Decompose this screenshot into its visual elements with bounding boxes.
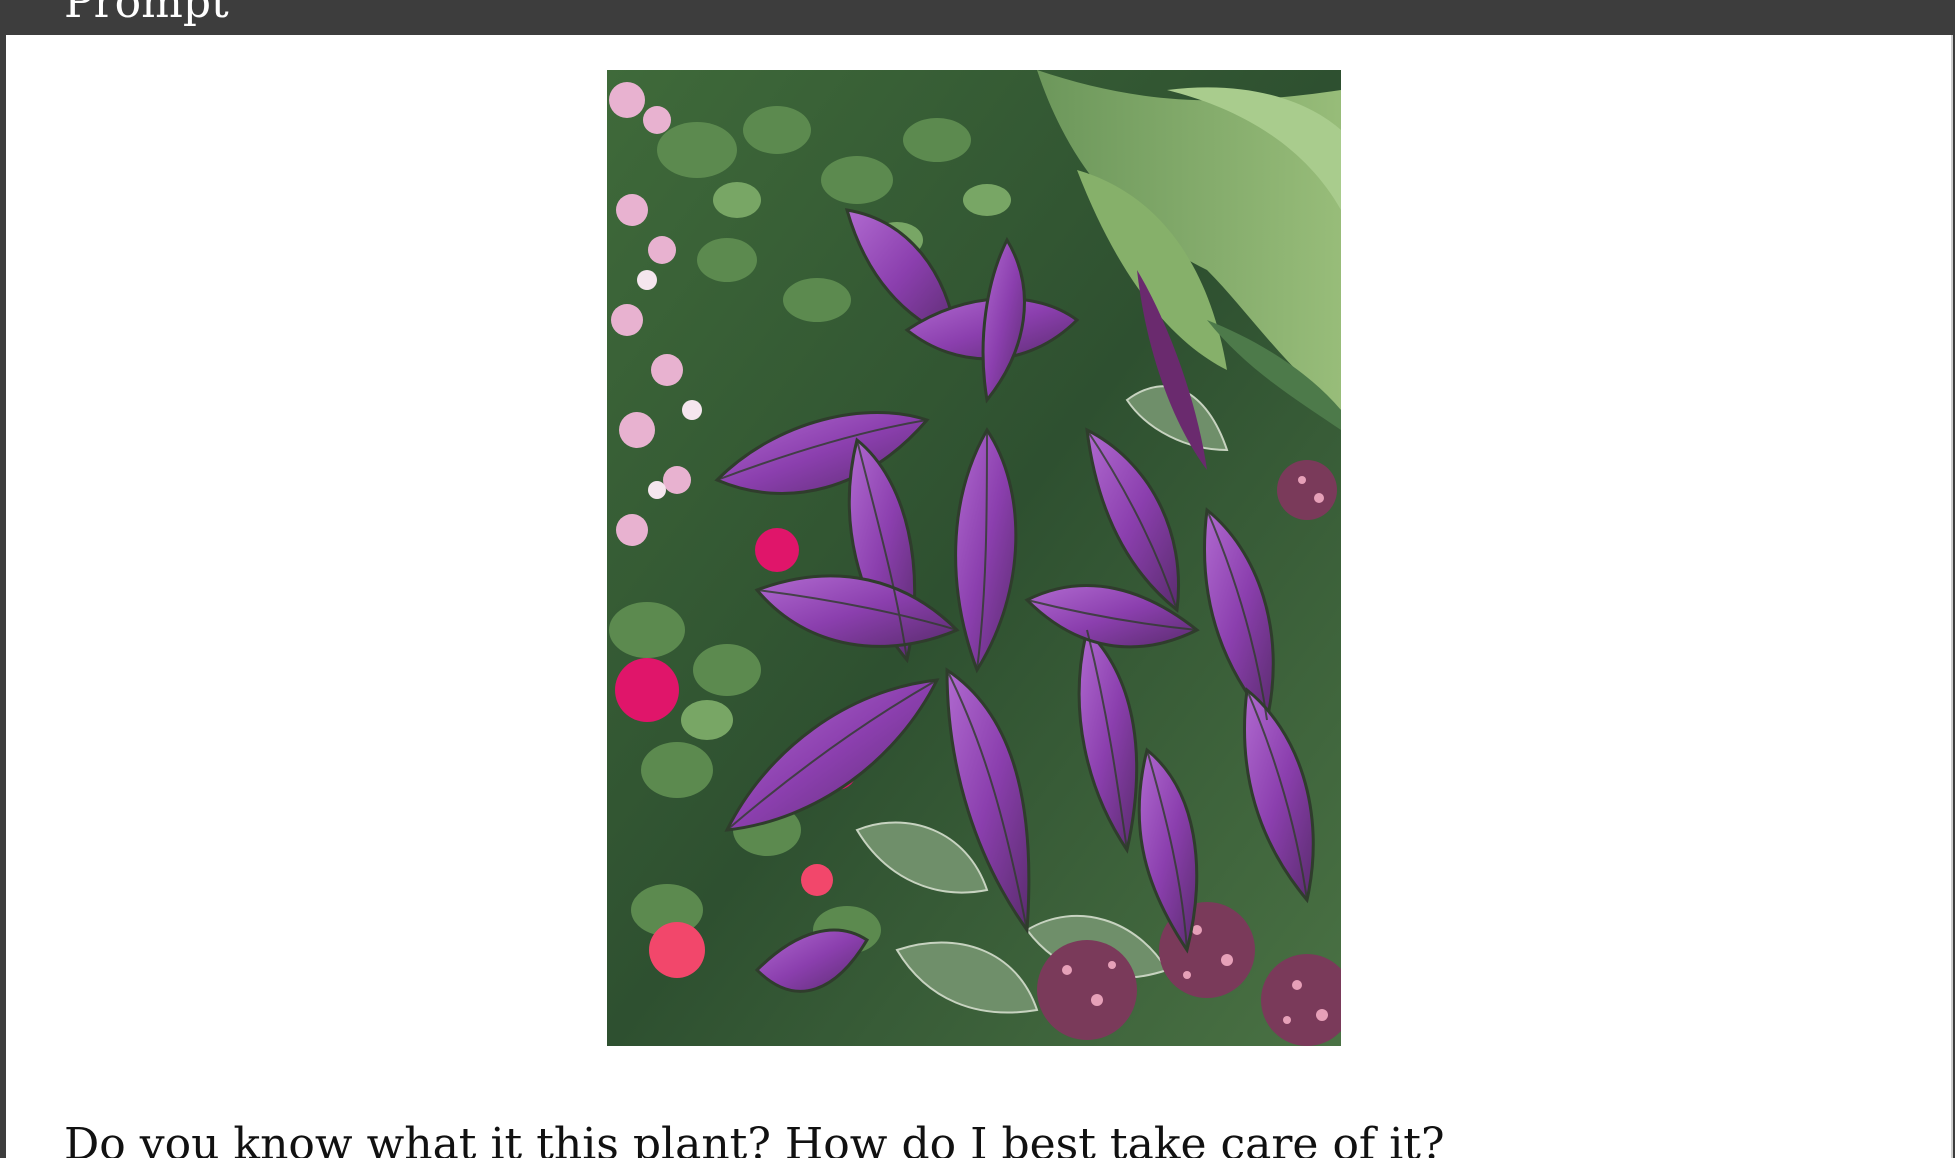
prompt-panel: Do you know what it this plant? How do I… xyxy=(6,35,1953,1158)
top-bar: Prompt xyxy=(0,0,1955,35)
prompt-message: Do you know what it this plant? How do I… xyxy=(64,1119,1445,1158)
plant-photo xyxy=(607,70,1341,1046)
section-title: Prompt xyxy=(64,0,229,28)
